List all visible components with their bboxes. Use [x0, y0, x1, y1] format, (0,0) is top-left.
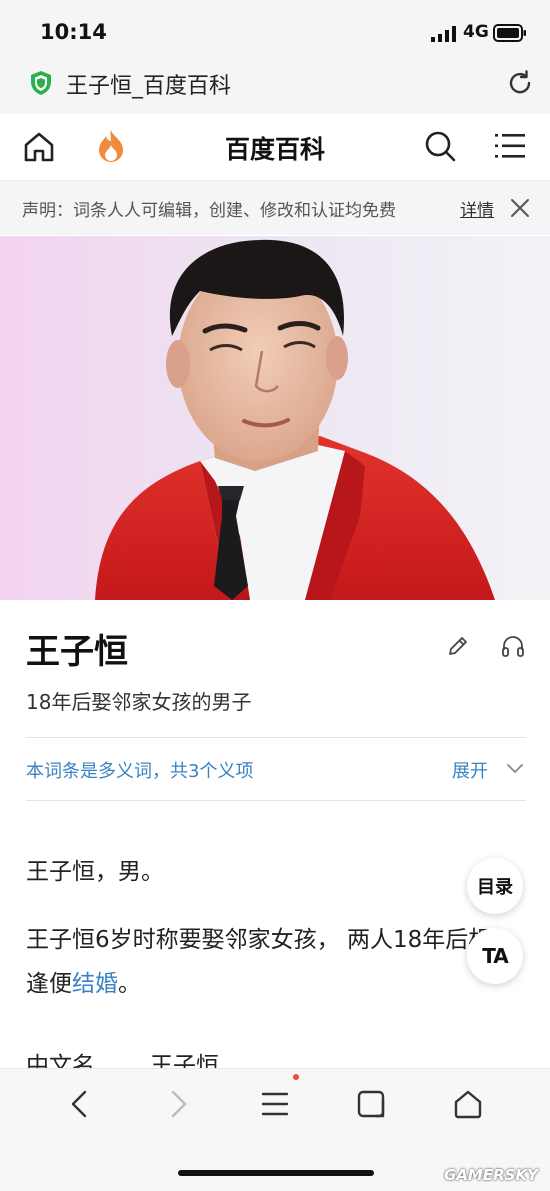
network-type: 4G — [463, 22, 489, 42]
edit-pencil-icon[interactable] — [447, 635, 469, 657]
browser-menu-icon[interactable] — [258, 1087, 292, 1121]
entry-photo[interactable] — [0, 236, 550, 600]
home-indicator — [178, 1170, 374, 1176]
page-url-title[interactable]: 王子恒_百度百科 — [66, 68, 231, 100]
forward-arrow-icon[interactable] — [160, 1087, 194, 1121]
brand-title: 百度百科 — [224, 135, 325, 164]
battery-icon — [493, 24, 526, 42]
paragraph: 王子恒6岁时称要娶邻家女孩， 两人18年后相逢便结婚。 — [26, 918, 506, 1006]
home-icon[interactable] — [451, 1087, 485, 1121]
chevron-down-icon[interactable] — [506, 762, 524, 776]
expand-button[interactable]: 展开 — [452, 757, 488, 783]
signal-icon — [431, 26, 456, 42]
notice-details-link[interactable]: 详情 — [460, 196, 494, 221]
polysemy-notice[interactable]: 本词条是多义词，共3个义项 — [26, 757, 253, 783]
entry-subtitle: 18年后娶邻家女孩的男子 — [26, 690, 252, 714]
search-icon[interactable] — [423, 129, 457, 163]
table-of-contents-button[interactable]: 目录 — [467, 858, 523, 914]
entry-title: 王子恒 — [26, 632, 128, 672]
secure-shield-icon — [31, 71, 51, 95]
divider — [26, 800, 526, 801]
headphones-icon[interactable] — [501, 635, 525, 657]
paragraph-end: 。 — [118, 971, 141, 997]
close-icon[interactable] — [510, 198, 530, 218]
watermark: GAMERSKY — [444, 1166, 538, 1184]
marriage-link[interactable]: 结婚 — [72, 971, 118, 997]
notification-dot — [293, 1074, 299, 1080]
ta-button[interactable]: TA — [467, 928, 523, 984]
status-time: 10:14 — [40, 20, 107, 44]
back-arrow-icon[interactable] — [64, 1087, 98, 1121]
menu-icon[interactable] — [494, 131, 526, 161]
paragraph: 王子恒，男。 — [26, 859, 164, 885]
divider — [26, 737, 526, 738]
notice-text: 声明：词条人人可编辑，创建、修改和认证均免费 — [22, 201, 396, 221]
reload-icon[interactable] — [506, 69, 534, 97]
tabs-icon[interactable] — [354, 1087, 388, 1121]
